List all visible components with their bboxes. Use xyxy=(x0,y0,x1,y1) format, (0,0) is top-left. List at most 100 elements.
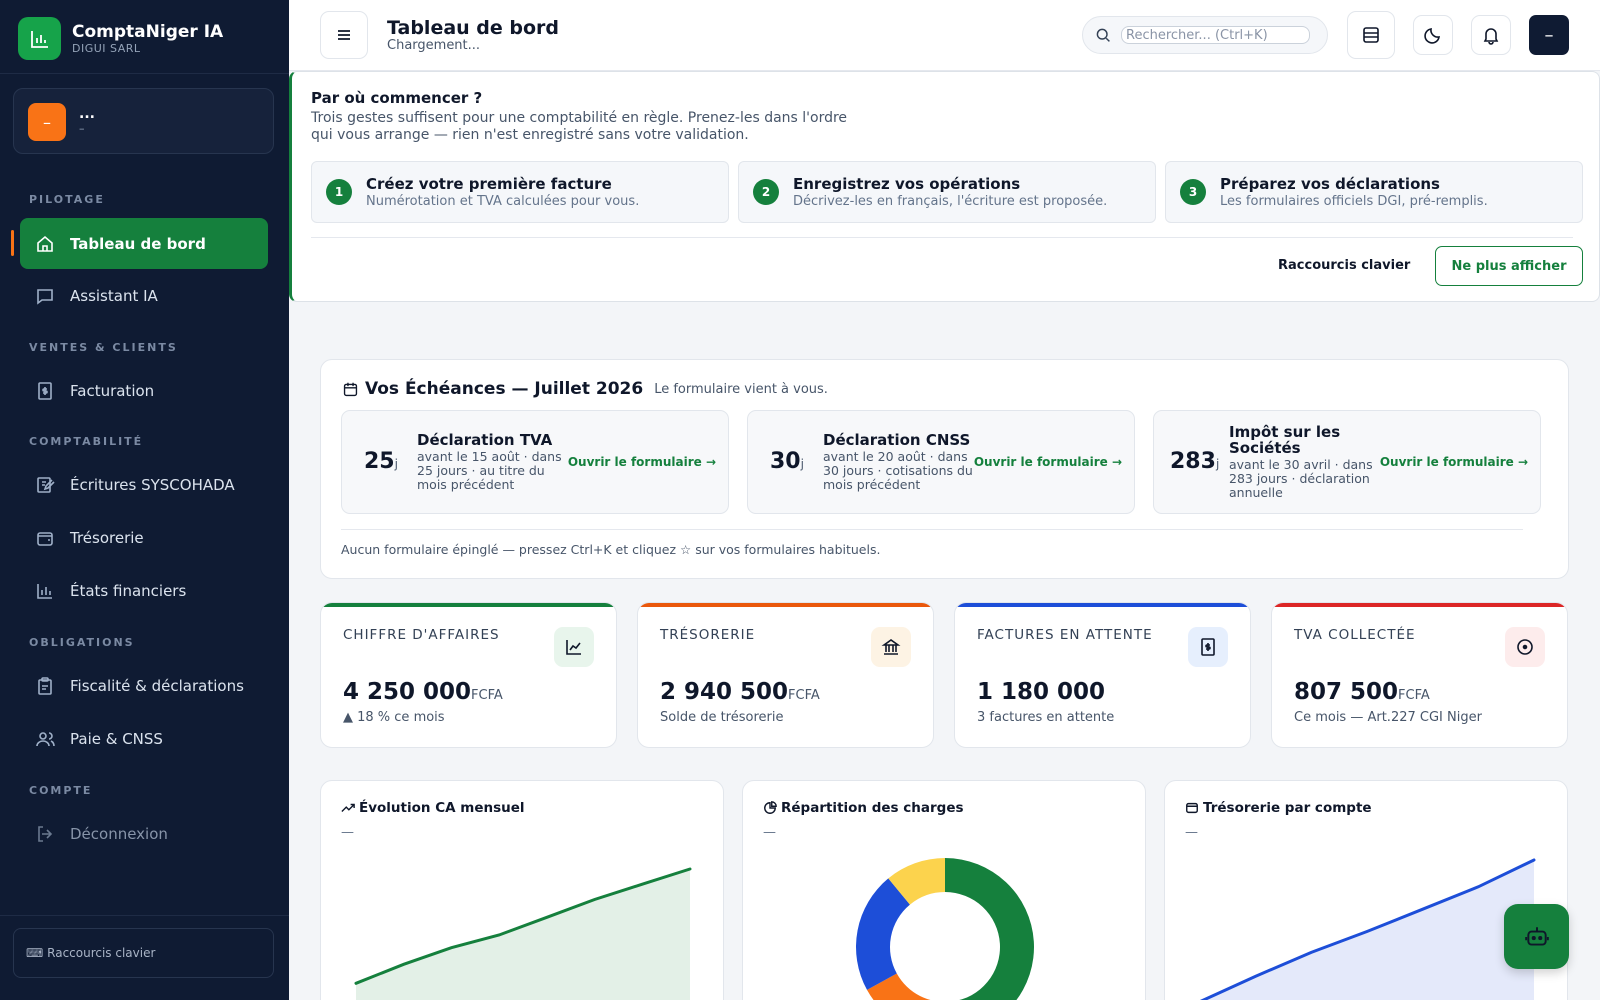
page-subtitle: Chargement... xyxy=(387,38,481,53)
user-menu-button[interactable]: – xyxy=(1529,15,1569,55)
onboarding-description: Trois gestes suffisent pour une comptabi… xyxy=(311,110,848,143)
deadlines-title: Vos Échéances — Juillet 2026 xyxy=(365,379,644,399)
kpi-value: 4 250 000FCFA xyxy=(343,679,503,705)
keyboard-shortcuts-button[interactable]: ⌨ Raccourcis clavier xyxy=(13,928,274,978)
kpi-card[interactable]: TRÉSORERIE 2 940 500FCFA Solde de trésor… xyxy=(637,602,934,748)
step-desc: Les formulaires officiels DGI, pré-rempl… xyxy=(1220,194,1488,209)
kpi-value: 2 940 500FCFA xyxy=(660,679,820,705)
kpi-accent xyxy=(638,603,933,607)
ai-assistant-fab[interactable] xyxy=(1504,904,1569,969)
sidebar-item-ecritures[interactable]: Écritures SYSCOHADA xyxy=(20,459,268,510)
topbar: Tableau de bord Chargement... – xyxy=(289,0,1600,71)
search-bar[interactable] xyxy=(1082,16,1328,54)
kpi-sub: Solde de trésorerie xyxy=(660,710,784,725)
step-title: Préparez vos déclarations xyxy=(1220,175,1440,193)
deadline-days: 30j xyxy=(770,449,804,474)
search-icon xyxy=(1096,28,1110,42)
deadline-item[interactable]: 30j Déclaration CNSS avant le 20 août · … xyxy=(747,410,1135,514)
brand[interactable]: ComptaNiger IA DIGUI SARL xyxy=(18,17,223,60)
kpi-accent xyxy=(1272,603,1567,607)
deadline-title: Déclaration CNSS xyxy=(823,431,971,449)
donut-slice xyxy=(856,878,910,990)
layout-button[interactable] xyxy=(1347,11,1395,59)
step-number: 2 xyxy=(753,179,779,205)
chart-area xyxy=(356,869,690,1000)
deadlines-footer: Aucun formulaire épinglé — pressez Ctrl+… xyxy=(341,542,881,557)
hamburger-icon xyxy=(338,30,350,40)
kpi-sub: Ce mois — Art.227 CGI Niger xyxy=(1294,710,1482,725)
company-sub: – xyxy=(79,122,85,135)
chart-card-treso: Trésorerie par compte — xyxy=(1164,780,1568,1000)
bell-icon xyxy=(1483,28,1499,45)
deadline-days: 283j xyxy=(1170,449,1220,474)
sidebar-item-fiscalite[interactable]: Fiscalité & déclarations xyxy=(20,660,268,711)
donut-slice xyxy=(945,858,1034,1000)
menu-toggle-button[interactable] xyxy=(320,11,368,59)
step-title: Enregistrez vos opérations xyxy=(793,175,1021,193)
deadline-desc: avant le 20 août · dans 30 jours · cotis… xyxy=(823,449,973,492)
open-form-link[interactable]: Ouvrir le formulaire → xyxy=(568,455,716,469)
open-form-link[interactable]: Ouvrir le formulaire → xyxy=(974,455,1122,469)
onboarding-step[interactable]: 1 Créez votre première facture Numérotat… xyxy=(311,161,729,223)
chart-placeholder: — xyxy=(763,825,776,840)
chat-icon xyxy=(37,288,53,305)
chart-card-charges: Répartition des charges — xyxy=(742,780,1146,1000)
onboarding-step[interactable]: 3 Préparez vos déclarations Les formulai… xyxy=(1165,161,1583,223)
invoice-icon xyxy=(38,381,52,400)
section-ventes: VENTES & CLIENTS xyxy=(29,341,178,354)
search-input[interactable] xyxy=(1121,26,1310,44)
step-number: 3 xyxy=(1180,179,1206,205)
sidebar-item-label: Tableau de bord xyxy=(70,234,206,253)
sidebar-item-label: Facturation xyxy=(70,381,155,400)
trending-icon xyxy=(341,803,355,812)
kpi-card[interactable]: TVA COLLECTÉE 807 500FCFA Ce mois — Art.… xyxy=(1271,602,1568,748)
section-pilotage: PILOTAGE xyxy=(29,193,105,206)
sidebar-item-facturation[interactable]: Facturation xyxy=(20,365,268,416)
section-compte: COMPTE xyxy=(29,784,93,797)
kpi-label: CHIFFRE D'AFFAIRES xyxy=(343,627,500,643)
kpi-label: TVA COLLECTÉE xyxy=(1294,627,1416,643)
chart-title: Trésorerie par compte xyxy=(1185,800,1372,816)
chart-title: Évolution CA mensuel xyxy=(341,800,525,816)
deadline-title: Impôt sur les Sociétés xyxy=(1229,423,1341,457)
sidebar-item-deconnexion[interactable]: Déconnexion xyxy=(20,808,268,859)
users-icon xyxy=(36,731,55,746)
deadline-days: 25j xyxy=(364,449,398,474)
deadline-item[interactable]: 25j Déclaration TVA avant le 15 août · d… xyxy=(341,410,729,514)
brand-sub: DIGUI SARL xyxy=(72,41,141,55)
chart-placeholder: — xyxy=(1185,825,1198,840)
kpi-card[interactable]: CHIFFRE D'AFFAIRES 4 250 000FCFA ▲ 18 % … xyxy=(320,602,617,748)
wallet-icon xyxy=(1186,802,1198,814)
bar-chart-icon xyxy=(37,583,52,599)
sidebar-item-tresorerie[interactable]: Trésorerie xyxy=(20,512,268,563)
sidebar-item-dashboard[interactable]: Tableau de bord xyxy=(20,218,268,269)
deadline-item[interactable]: 283j Impôt sur les Sociétés avant le 30 … xyxy=(1153,410,1541,514)
onboarding-divider xyxy=(311,237,1573,238)
deadline-desc: avant le 15 août · dans 25 jours · au ti… xyxy=(417,449,562,492)
kpi-sub: 3 factures en attente xyxy=(977,710,1115,725)
chart-title: Répartition des charges xyxy=(763,800,964,816)
company-switcher[interactable]: – ... – xyxy=(13,88,274,154)
kpi-card[interactable]: FACTURES EN ATTENTE 1 180 000 3 factures… xyxy=(954,602,1251,748)
sidebar-item-paie[interactable]: Paie & CNSS xyxy=(20,713,268,764)
theme-toggle-button[interactable] xyxy=(1413,15,1453,55)
open-form-link[interactable]: Ouvrir le formulaire → xyxy=(1380,455,1528,469)
sidebar-item-label: Assistant IA xyxy=(70,286,158,305)
logout-icon xyxy=(38,825,53,842)
calendar-icon xyxy=(343,382,358,396)
step-title: Créez votre première facture xyxy=(366,175,612,193)
chart-icon xyxy=(554,627,594,667)
sidebar-item-assistant[interactable]: Assistant IA xyxy=(20,270,268,321)
bank-icon xyxy=(871,627,911,667)
dismiss-button[interactable]: Ne plus afficher xyxy=(1435,246,1583,286)
notifications-button[interactable] xyxy=(1471,15,1511,55)
sidebar-item-etats[interactable]: États financiers xyxy=(20,565,268,616)
active-indicator xyxy=(11,230,14,256)
deadlines-header: Vos Échéances — Juillet 2026 Le formulai… xyxy=(342,379,828,399)
keyboard-shortcuts-link[interactable]: Raccourcis clavier xyxy=(1278,258,1410,273)
logo-icon xyxy=(18,17,61,60)
chart-card-ca: Évolution CA mensuel — xyxy=(320,780,724,1000)
step-number: 1 xyxy=(326,179,352,205)
page-title: Tableau de bord xyxy=(387,17,560,39)
onboarding-step[interactable]: 2 Enregistrez vos opérations Décrivez-le… xyxy=(738,161,1156,223)
